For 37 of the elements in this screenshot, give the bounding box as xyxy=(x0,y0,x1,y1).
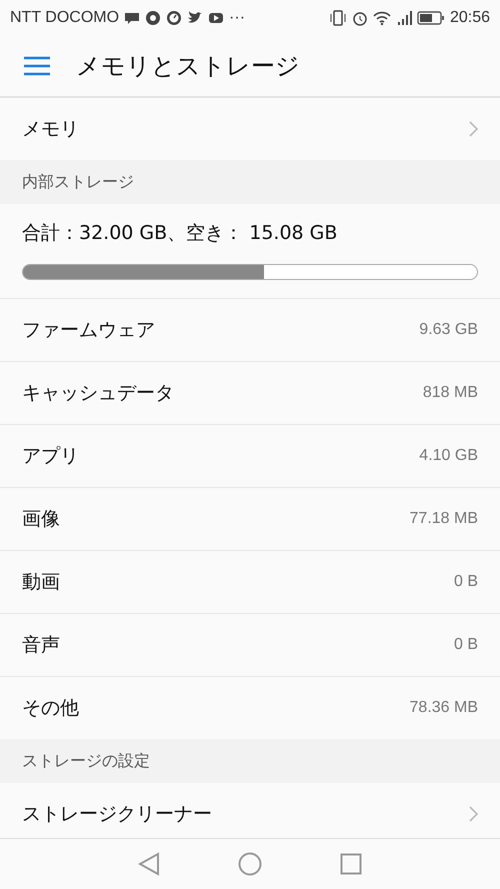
category-label: アプリ xyxy=(22,444,80,469)
category-size: 77.18 MB xyxy=(410,510,478,528)
category-label: 動画 xyxy=(22,570,61,595)
category-label: キャッシュデータ xyxy=(22,381,175,406)
battery-icon xyxy=(416,10,445,26)
play-icon xyxy=(208,10,224,26)
category-size: 78.36 MB xyxy=(410,699,478,717)
screen-title: メモリとストレージ xyxy=(76,51,300,82)
memory-row[interactable]: メモリ xyxy=(0,98,500,160)
settings-row[interactable]: ストレージクリーナー xyxy=(0,783,500,838)
category-size: 818 MB xyxy=(422,384,478,402)
storage-summary: 合計：32.00 GB、空き： 15.08 GB xyxy=(22,221,338,246)
section-header: 内部ストレージ xyxy=(22,172,134,192)
wifi-icon xyxy=(372,10,391,26)
category-size: 9.63 GB xyxy=(419,321,478,339)
category-size: 0 B xyxy=(454,636,478,654)
category-size: 0 B xyxy=(454,573,478,591)
signal-icon xyxy=(396,10,412,26)
menu-icon[interactable] xyxy=(24,56,50,76)
category-label: 画像 xyxy=(22,507,61,532)
chevron-right-icon xyxy=(468,806,478,822)
vibrate-icon xyxy=(328,10,347,26)
alarm-icon xyxy=(352,10,368,26)
carrier-name: NTT DOCOMO xyxy=(10,9,120,27)
category-label: その他 xyxy=(22,696,80,721)
recents-icon[interactable] xyxy=(340,853,362,875)
timer-icon xyxy=(166,10,182,26)
chevron-right-icon xyxy=(468,121,478,137)
home-icon[interactable] xyxy=(238,852,262,876)
category-size: 4.10 GB xyxy=(419,447,478,465)
chat-bubble-icon xyxy=(124,10,140,26)
section-header: ストレージの設定 xyxy=(22,750,150,772)
more-notifications: ··· xyxy=(229,9,246,27)
category-label: 音声 xyxy=(22,633,61,658)
category-label: ファームウェア xyxy=(22,318,156,343)
back-icon[interactable] xyxy=(138,852,160,876)
clock-time: 20:56 xyxy=(450,9,490,27)
